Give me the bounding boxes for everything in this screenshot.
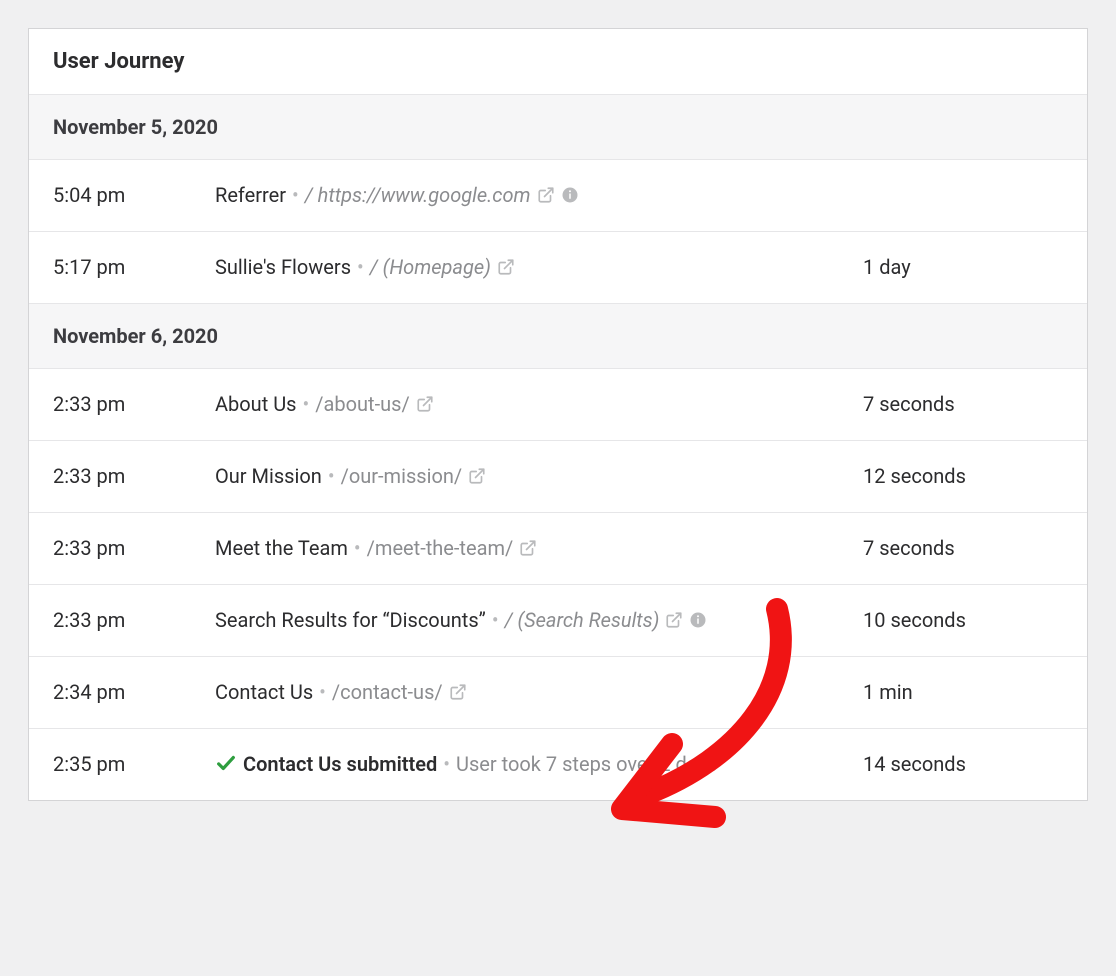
journey-row: 5:04 pmReferrer•/ https://www.google.com [29, 160, 1087, 232]
row-title: Contact Us submitted [243, 752, 437, 776]
journey-row: 2:33 pmOur Mission•/our-mission/ 12 seco… [29, 441, 1087, 513]
row-path: /contact-us/ [332, 680, 443, 704]
row-time: 5:17 pm [53, 252, 215, 283]
row-path: / (Homepage) [370, 255, 491, 279]
row-path: / https://www.google.com [305, 183, 531, 207]
row-duration: 10 seconds [863, 605, 1063, 636]
row-main: Meet the Team•/meet-the-team/ [215, 533, 863, 564]
row-duration: 1 day [863, 252, 1063, 283]
row-time: 2:33 pm [53, 605, 215, 636]
journey-row: 2:33 pmSearch Results for “Discounts”•/ … [29, 585, 1087, 657]
external-link-icon[interactable] [519, 539, 537, 557]
separator-dot: • [486, 608, 505, 632]
row-time: 2:33 pm [53, 389, 215, 420]
journey-row: 2:34 pmContact Us•/contact-us/ 1 min [29, 657, 1087, 729]
row-duration: 14 seconds [863, 749, 1063, 780]
row-title: Contact Us [215, 680, 313, 704]
row-duration: 12 seconds [863, 461, 1063, 492]
separator-dot: • [348, 536, 367, 560]
row-title: Referrer [215, 183, 286, 207]
row-title: About Us [215, 392, 297, 416]
row-title: Meet the Team [215, 536, 348, 560]
row-time: 2:33 pm [53, 461, 215, 492]
group-date-header: November 6, 2020 [29, 304, 1087, 369]
separator-dot: • [313, 680, 332, 704]
row-duration: 7 seconds [863, 533, 1063, 564]
external-link-icon[interactable] [497, 258, 515, 276]
row-main: Our Mission•/our-mission/ [215, 461, 863, 492]
row-main: Referrer•/ https://www.google.com [215, 180, 863, 211]
row-title: Our Mission [215, 464, 322, 488]
external-link-icon[interactable] [416, 395, 434, 413]
external-link-icon[interactable] [537, 186, 555, 204]
row-time: 5:04 pm [53, 180, 215, 211]
separator-dot: • [322, 464, 341, 488]
separator-dot: • [297, 392, 316, 416]
row-time: 2:34 pm [53, 677, 215, 708]
journey-groups: November 5, 20205:04 pmReferrer•/ https:… [29, 95, 1087, 800]
journey-row: 2:33 pmMeet the Team•/meet-the-team/ 7 s… [29, 513, 1087, 585]
info-icon[interactable] [561, 186, 579, 204]
row-path: /about-us/ [315, 392, 409, 416]
external-link-icon[interactable] [665, 611, 683, 629]
row-time: 2:33 pm [53, 533, 215, 564]
row-summary: User took 7 steps over 2 days [456, 752, 717, 776]
card-header: User Journey [29, 29, 1087, 95]
row-main: Contact Us•/contact-us/ [215, 677, 863, 708]
row-time: 2:35 pm [53, 749, 215, 780]
card-title: User Journey [53, 49, 1063, 74]
journey-row: 2:33 pmAbout Us•/about-us/ 7 seconds [29, 369, 1087, 441]
external-link-icon[interactable] [468, 467, 486, 485]
row-main: About Us•/about-us/ [215, 389, 863, 420]
separator-dot: • [351, 255, 370, 279]
row-path: /our-mission/ [341, 464, 463, 488]
separator-dot: • [286, 183, 305, 207]
user-journey-card: User Journey November 5, 20205:04 pmRefe… [28, 28, 1088, 801]
separator-dot: • [437, 752, 456, 776]
check-icon [215, 752, 237, 774]
info-icon[interactable] [689, 611, 707, 629]
journey-row: 2:35 pm Contact Us submitted•User took 7… [29, 729, 1087, 800]
row-title: Search Results for “Discounts” [215, 608, 486, 632]
row-duration: 1 min [863, 677, 1063, 708]
row-path: / (Search Results) [505, 608, 660, 632]
row-main: Search Results for “Discounts”•/ (Search… [215, 605, 863, 636]
row-duration: 7 seconds [863, 389, 1063, 420]
row-main: Sullie's Flowers•/ (Homepage) [215, 252, 863, 283]
external-link-icon[interactable] [449, 683, 467, 701]
row-title: Sullie's Flowers [215, 255, 351, 279]
group-date-header: November 5, 2020 [29, 95, 1087, 160]
row-path: /meet-the-team/ [367, 536, 514, 560]
row-main: Contact Us submitted•User took 7 steps o… [215, 749, 863, 780]
journey-row: 5:17 pmSullie's Flowers•/ (Homepage) 1 d… [29, 232, 1087, 304]
